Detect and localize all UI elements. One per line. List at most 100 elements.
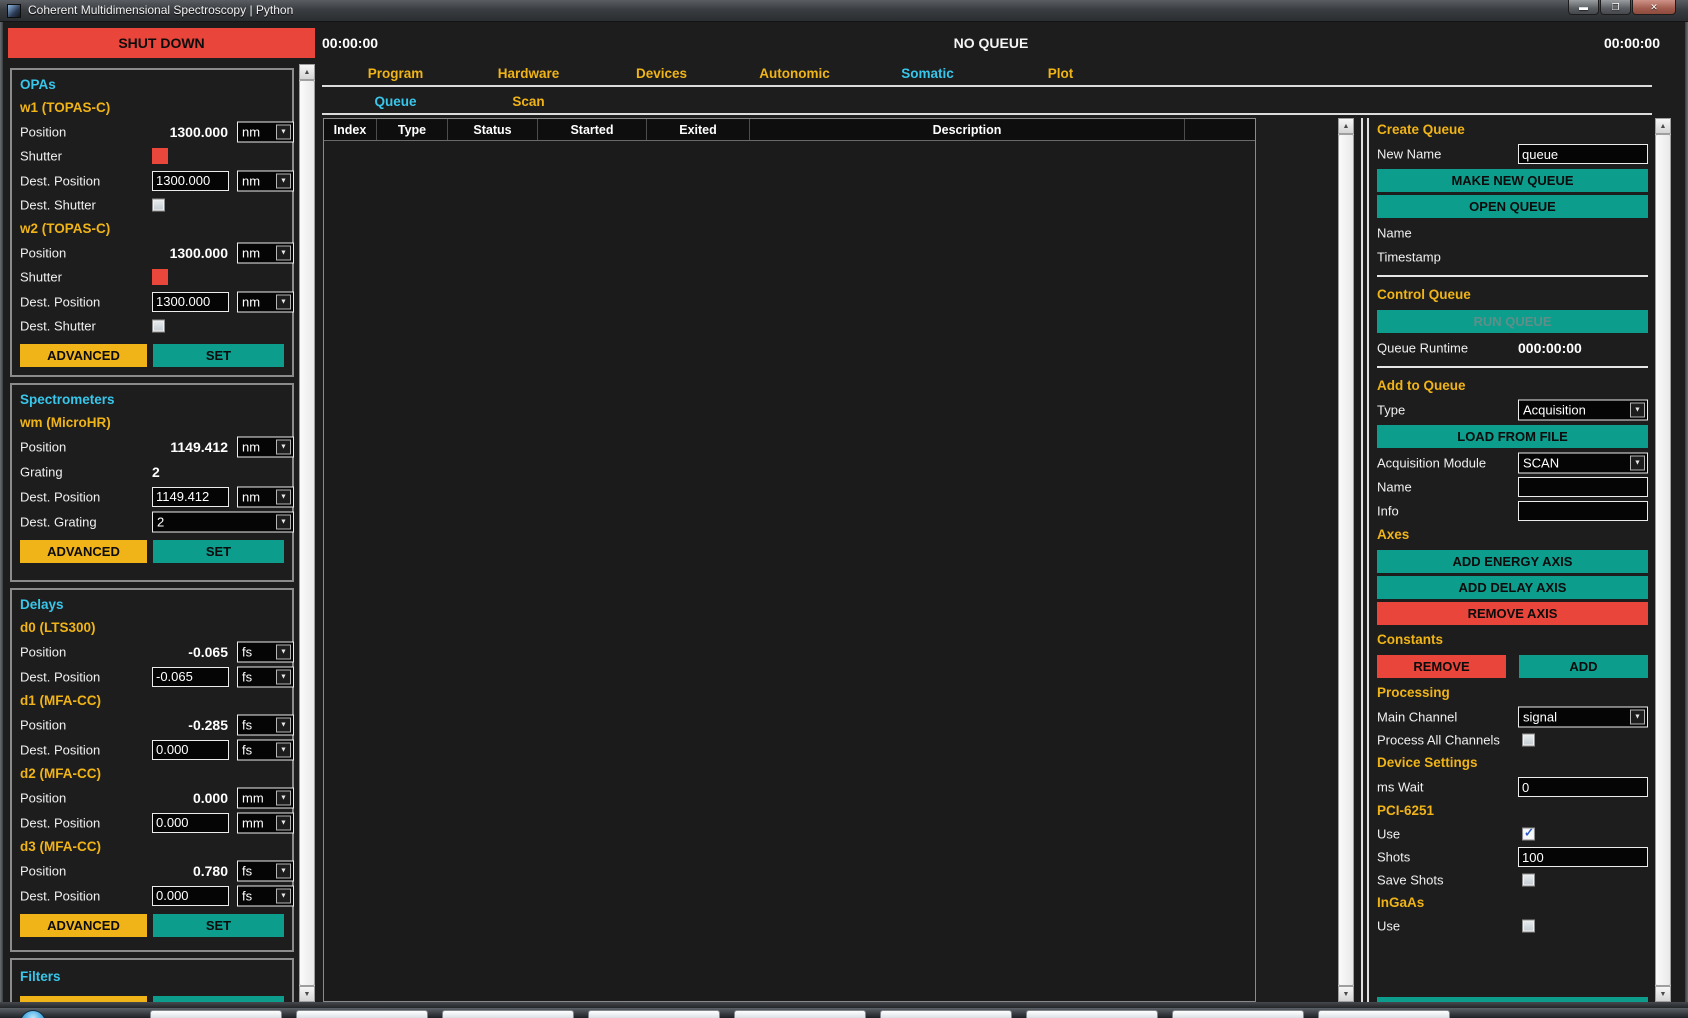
scroll-down-icon[interactable]: ▼ [1655, 986, 1671, 1002]
dropdown-arrow-icon[interactable] [1630, 456, 1645, 471]
dest-position-input[interactable] [152, 487, 229, 507]
dropdown-arrow-icon[interactable] [276, 863, 291, 878]
taskbar-button[interactable] [734, 1010, 866, 1018]
tab-somatic[interactable]: Somatic [861, 63, 994, 85]
scroll-up-icon[interactable]: ▲ [1655, 118, 1671, 134]
dropdown-arrow-icon[interactable] [276, 439, 291, 454]
dest-units-dropdown[interactable]: fs [237, 885, 294, 906]
titlebar[interactable]: Coherent Multidimensional Spectroscopy |… [0, 0, 1688, 22]
main-channel-dropdown[interactable]: signal [1518, 707, 1648, 728]
position-units-dropdown[interactable]: nm [237, 242, 294, 263]
position-units-dropdown[interactable]: nm [237, 436, 294, 457]
shut-down-button[interactable]: SHUT DOWN [8, 28, 315, 58]
taskbar-button[interactable] [588, 1010, 720, 1018]
dest-units-dropdown[interactable]: nm [237, 291, 294, 312]
minimize-button[interactable]: ▬ [1568, 0, 1599, 15]
scrollbar-thumb[interactable] [299, 80, 315, 986]
scroll-down-icon[interactable]: ▼ [299, 986, 315, 1002]
dropdown-arrow-icon[interactable] [276, 790, 291, 805]
dest-position-input[interactable] [152, 171, 229, 191]
taskbar-button[interactable] [880, 1010, 1012, 1018]
tab-program[interactable]: Program [329, 63, 462, 85]
remove-axis-button[interactable]: REMOVE AXIS [1377, 602, 1648, 625]
taskbar-button[interactable] [442, 1010, 574, 1018]
scrollbar-thumb[interactable] [1338, 134, 1354, 986]
dest-units-dropdown[interactable]: fs [237, 739, 294, 760]
save-shots-checkbox[interactable] [1522, 874, 1535, 887]
dest-units-dropdown[interactable]: mm [237, 812, 294, 833]
dest-units-dropdown[interactable]: nm [237, 486, 294, 507]
taskbar-button[interactable] [1172, 1010, 1304, 1018]
set-button[interactable]: SET [153, 344, 284, 367]
remove-constant-button[interactable]: REMOVE [1377, 655, 1506, 678]
dest-position-input[interactable] [152, 292, 229, 312]
dest-grating-dropdown[interactable]: 2 [152, 511, 294, 532]
dropdown-arrow-icon[interactable] [276, 742, 291, 757]
start-orb-icon[interactable] [20, 1010, 46, 1018]
acq-info-input[interactable] [1518, 501, 1648, 521]
open-queue-button[interactable]: OPEN QUEUE [1377, 195, 1648, 218]
dropdown-arrow-icon[interactable] [276, 124, 291, 139]
dest-position-input[interactable] [152, 740, 229, 760]
dropdown-arrow-icon[interactable] [276, 514, 291, 529]
dropdown-arrow-icon[interactable] [1630, 710, 1645, 725]
make-new-queue-button[interactable]: MAKE NEW QUEUE [1377, 169, 1648, 192]
pci-use-checkbox[interactable] [1522, 828, 1535, 841]
scrollbar-thumb[interactable] [1655, 134, 1671, 986]
taskbar-button[interactable] [150, 1010, 282, 1018]
position-units-dropdown[interactable]: fs [237, 641, 294, 662]
tab-devices[interactable]: Devices [595, 63, 728, 85]
load-from-file-button[interactable]: LOAD FROM FILE [1377, 425, 1648, 448]
restore-button[interactable]: ❐ [1600, 0, 1631, 15]
acq-name-input[interactable] [1518, 477, 1648, 497]
dropdown-arrow-icon[interactable] [1630, 403, 1645, 418]
dropdown-arrow-icon[interactable] [276, 717, 291, 732]
tab-scan[interactable]: Scan [462, 91, 595, 113]
ms-wait-input[interactable] [1518, 777, 1648, 797]
dest-position-input[interactable] [152, 813, 229, 833]
taskbar-button[interactable] [1026, 1010, 1158, 1018]
dropdown-arrow-icon[interactable] [276, 245, 291, 260]
close-button[interactable]: ✕ [1632, 0, 1676, 15]
position-units-dropdown[interactable]: fs [237, 714, 294, 735]
dropdown-arrow-icon[interactable] [276, 669, 291, 684]
scroll-up-icon[interactable]: ▲ [299, 64, 315, 80]
taskbar-button[interactable] [296, 1010, 428, 1018]
taskbar-button[interactable] [1318, 1010, 1450, 1018]
scroll-down-icon[interactable]: ▼ [1338, 986, 1354, 1002]
advanced-button[interactable]: ADVANCED [20, 540, 147, 563]
dest-position-input[interactable] [152, 667, 229, 687]
dropdown-arrow-icon[interactable] [276, 294, 291, 309]
type-dropdown[interactable]: Acquisition [1518, 400, 1648, 421]
new-name-input[interactable] [1518, 144, 1648, 164]
dest-units-dropdown[interactable]: nm [237, 170, 294, 191]
advanced-button[interactable]: ADVANCED [20, 344, 147, 367]
dropdown-arrow-icon[interactable] [276, 815, 291, 830]
advanced-button[interactable]: ADVANCED [20, 914, 147, 937]
tab-queue[interactable]: Queue [329, 91, 462, 113]
run-queue-button[interactable]: RUN QUEUE [1377, 310, 1648, 333]
acquisition-module-dropdown[interactable]: SCAN [1518, 453, 1648, 474]
set-button[interactable]: SET [153, 914, 284, 937]
process-all-channels-checkbox[interactable] [1522, 734, 1535, 747]
dropdown-arrow-icon[interactable] [276, 888, 291, 903]
tab-plot[interactable]: Plot [994, 63, 1127, 85]
dest-shutter-checkbox[interactable] [152, 199, 165, 212]
dest-units-dropdown[interactable]: fs [237, 666, 294, 687]
set-button[interactable]: SET [153, 540, 284, 563]
position-units-dropdown[interactable]: mm [237, 787, 294, 808]
shots-input[interactable] [1518, 847, 1648, 867]
position-units-dropdown[interactable]: fs [237, 860, 294, 881]
scroll-up-icon[interactable]: ▲ [1338, 118, 1354, 134]
add-energy-axis-button[interactable]: ADD ENERGY AXIS [1377, 550, 1648, 573]
tab-autonomic[interactable]: Autonomic [728, 63, 861, 85]
dest-position-input[interactable] [152, 886, 229, 906]
add-constant-button[interactable]: ADD [1519, 655, 1648, 678]
dropdown-arrow-icon[interactable] [276, 173, 291, 188]
add-delay-axis-button[interactable]: ADD DELAY AXIS [1377, 576, 1648, 599]
dropdown-arrow-icon[interactable] [276, 644, 291, 659]
position-units-dropdown[interactable]: nm [237, 121, 294, 142]
ingaas-use-checkbox[interactable] [1522, 920, 1535, 933]
dropdown-arrow-icon[interactable] [276, 489, 291, 504]
tab-hardware[interactable]: Hardware [462, 63, 595, 85]
